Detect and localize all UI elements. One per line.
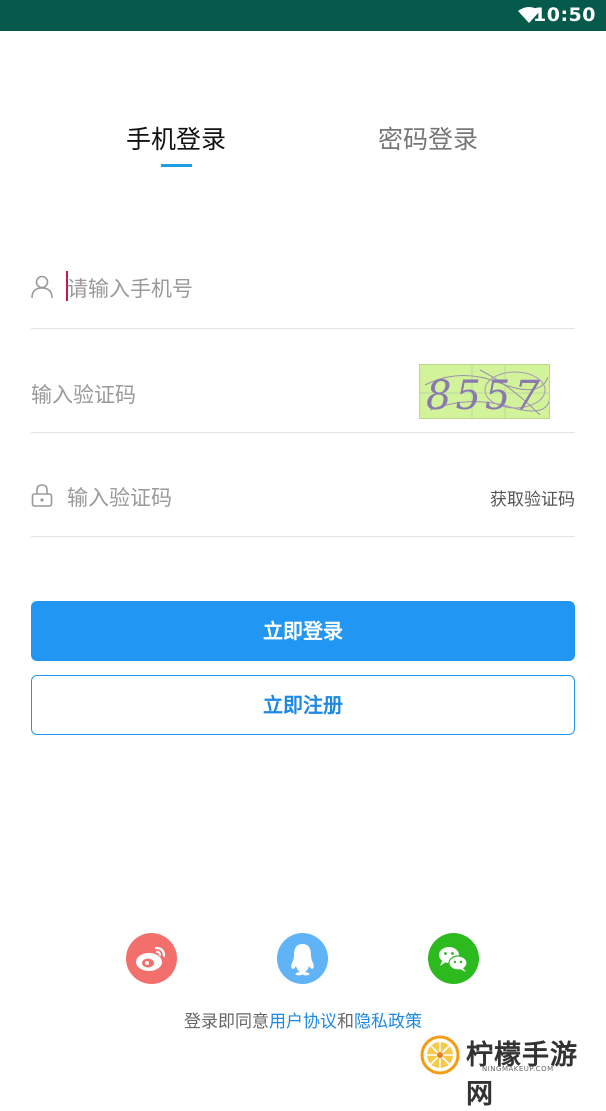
wechat-icon bbox=[439, 947, 468, 972]
phone-input-placeholder: 请输入手机号 bbox=[67, 277, 193, 301]
user-agreement-link[interactable]: 用户协议 bbox=[269, 1012, 337, 1032]
captcha-image[interactable]: 8557 bbox=[419, 364, 550, 419]
register-button[interactable]: 立即注册 bbox=[31, 675, 575, 735]
weibo-icon bbox=[136, 946, 166, 971]
watermark: 柠檬手游网 NINGMAKEUP.COM bbox=[420, 1033, 602, 1110]
wechat-login-button[interactable] bbox=[428, 933, 479, 984]
agreement-text: 登录即同意用户协议和隐私政策 bbox=[0, 1007, 606, 1032]
sms-code-input-placeholder: 输入验证码 bbox=[67, 486, 172, 510]
tab-password-login[interactable]: 密码登录 bbox=[378, 120, 478, 156]
weibo-login-button[interactable] bbox=[126, 933, 177, 984]
status-time: 10:50 bbox=[533, 4, 596, 26]
divider bbox=[31, 432, 575, 433]
divider bbox=[31, 328, 575, 329]
login-button[interactable]: 立即登录 bbox=[31, 601, 575, 661]
agreement-prefix: 登录即同意 bbox=[184, 1012, 269, 1032]
captcha-field[interactable]: 输入验证码 8557 bbox=[31, 355, 575, 433]
divider bbox=[31, 536, 575, 537]
get-code-button[interactable]: 获取验证码 bbox=[490, 485, 575, 510]
phone-field[interactable]: 请输入手机号 bbox=[31, 250, 575, 329]
captcha-code: 8557 bbox=[426, 373, 544, 419]
tab-phone-login[interactable]: 手机登录 bbox=[126, 120, 226, 156]
agreement-and: 和 bbox=[337, 1012, 354, 1032]
lock-icon bbox=[31, 484, 53, 507]
lemon-logo-icon bbox=[420, 1035, 460, 1075]
qq-login-button[interactable] bbox=[277, 933, 328, 984]
sms-code-field[interactable]: 输入验证码 获取验证码 bbox=[31, 458, 575, 537]
qq-icon bbox=[291, 944, 314, 976]
watermark-domain: NINGMAKEUP.COM bbox=[482, 1065, 554, 1073]
captcha-noise: 8557 bbox=[420, 365, 549, 419]
captcha-input-placeholder: 输入验证码 bbox=[31, 383, 136, 407]
status-bar: 10:50 bbox=[0, 0, 606, 31]
privacy-policy-link[interactable]: 隐私政策 bbox=[354, 1012, 422, 1032]
user-icon bbox=[31, 275, 53, 299]
active-tab-indicator bbox=[161, 164, 192, 167]
